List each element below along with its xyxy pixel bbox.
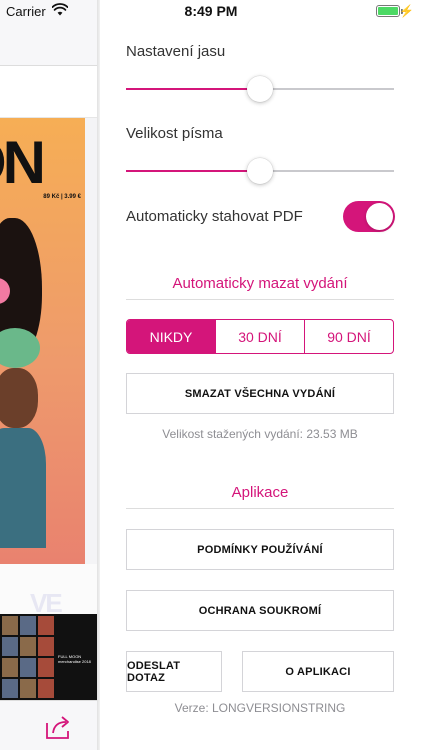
privacy-button[interactable]: OCHRANA SOUKROMÍ <box>126 590 394 631</box>
share-icon[interactable] <box>44 711 74 741</box>
app-section-title: Aplikace <box>231 484 289 501</box>
version-text: Verze: LONGVERSIONSTRING <box>174 701 346 715</box>
cover-price: 89 Kč | 3.99 € <box>43 194 81 200</box>
font-size-slider-thumb[interactable] <box>247 158 273 184</box>
brightness-slider-thumb[interactable] <box>247 76 273 102</box>
section-divider <box>126 508 394 509</box>
battery-icon <box>376 5 403 17</box>
library-toolbar <box>0 700 97 750</box>
clock: 8:49 PM <box>184 3 238 19</box>
segment-90-days[interactable]: 90 DNÍ <box>304 320 393 353</box>
font-size-label: Velikost písma <box>126 125 223 142</box>
issue-thumbnail[interactable]: FULL MOON merchandise 2018 <box>0 614 97 700</box>
auto-delete-title: Automaticky mazat vydání <box>172 275 348 292</box>
segment-30-days[interactable]: 30 DNÍ <box>215 320 304 353</box>
downloaded-size-text: Velikost stažených vydání: 23.53 MB <box>162 427 358 441</box>
status-bar: Carrier 8:49 PM ⚡ <box>0 0 422 22</box>
font-size-slider[interactable] <box>126 156 394 186</box>
section-divider <box>126 299 394 300</box>
thumbnail-caption: FULL MOON merchandise 2018 <box>58 654 91 664</box>
auto-delete-segmented-control: NIKDY 30 DNÍ 90 DNÍ <box>126 319 394 354</box>
library-panel: ON 89 Kč | 3.99 € VE FULL MOON merchandi… <box>0 0 97 750</box>
cover-figure-illustration <box>0 218 46 548</box>
terms-button[interactable]: PODMÍNKY POUŽÍVÁNÍ <box>126 529 394 570</box>
delete-all-button[interactable]: SMAZAT VŠECHNA VYDÁNÍ <box>126 373 394 414</box>
issue-cover[interactable]: ON 89 Kč | 3.99 € <box>0 118 85 564</box>
library-header-band <box>0 66 97 118</box>
segment-never[interactable]: NIKDY <box>127 320 215 353</box>
brightness-slider[interactable] <box>126 74 394 104</box>
brightness-label: Nastavení jasu <box>126 43 226 60</box>
cover-title: ON <box>0 129 46 196</box>
auto-download-label: Automaticky stahovat PDF <box>126 208 303 225</box>
cover-divider: VE <box>0 564 97 618</box>
send-query-button[interactable]: ODESLAT DOTAZ <box>126 651 222 692</box>
charging-bolt-icon: ⚡ <box>399 4 414 18</box>
auto-download-toggle[interactable] <box>343 201 395 232</box>
about-button[interactable]: O APLIKACI <box>242 651 394 692</box>
settings-panel: Nastavení jasu Velikost písma Automatick… <box>100 0 422 750</box>
